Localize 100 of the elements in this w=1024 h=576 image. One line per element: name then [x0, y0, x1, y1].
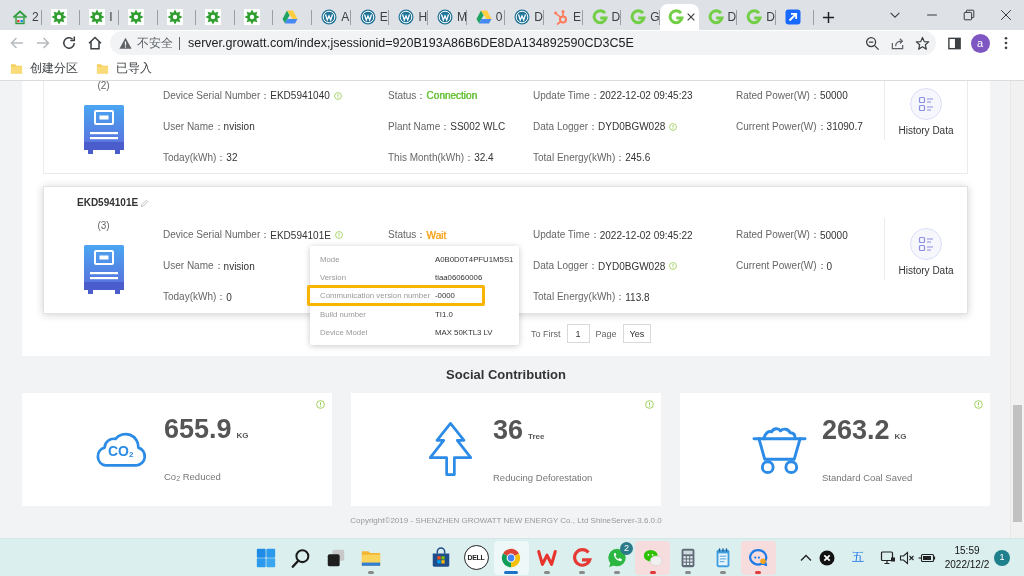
bookmark-folder[interactable]: 已导入 — [93, 57, 155, 79]
field-label: Device Serial Number： — [163, 228, 271, 242]
scrollbar-thumb[interactable] — [1013, 405, 1022, 522]
goto-label: To First — [531, 328, 561, 339]
field-label: User Name： — [163, 119, 224, 134]
section-title: Social Contribution — [445, 365, 567, 384]
bookmark-folder[interactable]: 创建分区 — [7, 57, 81, 79]
g-logo-icon — [746, 9, 763, 25]
field-value: EKD594101E — [270, 229, 331, 241]
stat-label: Co$_{2}$ Reduced — [164, 469, 222, 484]
profile-avatar[interactable]: a — [970, 33, 990, 53]
stat-value: 655.9 — [164, 412, 232, 445]
sprocket-icon — [552, 9, 569, 25]
page-number-field[interactable]: 1 — [566, 324, 590, 343]
history-data-button[interactable]: History Data — [898, 81, 954, 138]
field-label: Status： — [388, 88, 427, 103]
field-value: 31090.7 — [826, 121, 863, 132]
w-circle-icon — [398, 9, 415, 25]
stat-label: Reducing Deforestation — [493, 470, 593, 485]
list-icon — [910, 227, 942, 260]
warning-icon[interactable] — [119, 36, 132, 50]
field-value: DYD0BGW028 — [598, 260, 666, 272]
phone-bubble-icon — [606, 546, 629, 569]
close-icon[interactable] — [998, 8, 1013, 22]
field-label: Rated Power(W)： — [736, 88, 820, 103]
taskbar-button[interactable]: 2 — [599, 540, 635, 575]
browser-tab[interactable]: E — [350, 4, 390, 30]
browser-tab[interactable]: D — [737, 4, 776, 30]
plus-icon[interactable] — [821, 10, 835, 24]
menu-icon[interactable] — [1004, 36, 1008, 50]
field-label: Today(kWh)： — [163, 290, 227, 304]
go-button[interactable]: Yes — [622, 324, 652, 343]
field-value: EKD5941040 — [270, 90, 330, 101]
field-value: Connection — [426, 90, 477, 101]
monitor-icon[interactable] — [880, 549, 896, 566]
w-circle-icon — [321, 9, 338, 25]
notification-badge: 2 — [619, 541, 633, 555]
gear-icon — [205, 9, 222, 25]
copyright-text: Copyright©2019 - SHENZHEN GROWATT NEW ENERGY Co., Ltd ShineServer-3.6.0.0 — [349, 514, 663, 527]
notification-count[interactable]: 1 — [994, 549, 1010, 566]
gear-icon — [243, 9, 260, 25]
star-icon[interactable] — [915, 35, 930, 51]
zoom-out-icon[interactable] — [865, 35, 880, 51]
sidebar-icon[interactable] — [946, 35, 962, 51]
browser-tab[interactable]: D — [505, 4, 544, 30]
address-bar[interactable]: 不安全 server.growatt.com/index;jsessionid=920B193A86B6DE8DA134892590CD3C5E — [110, 31, 936, 55]
field-value: 2022-12-02 09:45:23 — [599, 90, 693, 101]
field-label: User Name： — [163, 259, 224, 273]
browser-tab[interactable]: H — [389, 4, 429, 30]
browser-tab[interactable]: M — [428, 4, 467, 30]
scrollbar[interactable] — [1010, 81, 1024, 538]
field-value: Wait — [426, 229, 446, 241]
close-icon[interactable] — [685, 12, 696, 22]
home-icon[interactable] — [87, 35, 103, 51]
browser-tab[interactable]: E — [543, 4, 583, 30]
url-text: server.growatt.com/index;jsessionid=920B193A86B6DE8DA134892590CD3C5E — [188, 36, 634, 50]
gear-icon — [127, 9, 144, 25]
field-value: SS002 WLC — [450, 121, 506, 132]
browser-tab[interactable]: G — [621, 4, 660, 30]
browser-tab[interactable]: A — [312, 4, 351, 30]
folder-icon — [96, 61, 109, 75]
stat-unit: KG — [894, 430, 907, 443]
clock-time[interactable]: 15:59 — [954, 543, 980, 558]
field-value: nvision — [223, 121, 255, 132]
house-icon — [12, 9, 28, 25]
browser-tab[interactable]: I — [80, 4, 119, 30]
field-value: 0 — [226, 291, 232, 303]
inverter-icon — [82, 244, 125, 294]
device-index: (2) — [97, 81, 110, 92]
clock-date[interactable]: 2022/12/2 — [944, 557, 990, 572]
mute-icon[interactable] — [899, 549, 915, 566]
field-value: 50000 — [819, 90, 848, 101]
stat-value: 263.2 — [822, 413, 890, 446]
w-circle-icon — [437, 9, 454, 25]
close-circle-icon[interactable] — [819, 549, 835, 566]
field-label: Current Power(W)： — [736, 119, 827, 134]
start-icon — [254, 546, 277, 569]
browser-tab[interactable]: D — [582, 4, 622, 30]
history-data-button[interactable]: History Data — [898, 217, 954, 278]
gear-icon — [50, 9, 67, 25]
device-index: (3) — [97, 219, 110, 232]
field-value: nvision — [223, 260, 255, 272]
g-logo-icon — [570, 546, 593, 569]
reload-icon[interactable] — [61, 35, 77, 51]
browser-tab[interactable]: D — [698, 4, 738, 30]
field-label: Data Logger： — [533, 259, 599, 273]
browser-tab[interactable]: 2 — [3, 4, 42, 30]
browser-tab[interactable]: 0 — [466, 4, 506, 30]
field-label: Current Power(W)： — [736, 259, 827, 273]
stat-value: 36 — [493, 413, 524, 446]
field-value: 50000 — [819, 229, 848, 241]
restore-icon[interactable] — [961, 8, 976, 22]
input-method-indicator[interactable]: 五 — [848, 549, 868, 566]
field-label: Device Serial Number： — [163, 88, 271, 103]
gear-icon — [89, 9, 106, 25]
folder-icon — [10, 61, 23, 75]
field-label: Update Time： — [533, 228, 600, 242]
field-label: Rated Power(W)： — [736, 228, 820, 242]
field-label: Update Time： — [533, 88, 600, 103]
w-circle-icon — [514, 9, 531, 25]
